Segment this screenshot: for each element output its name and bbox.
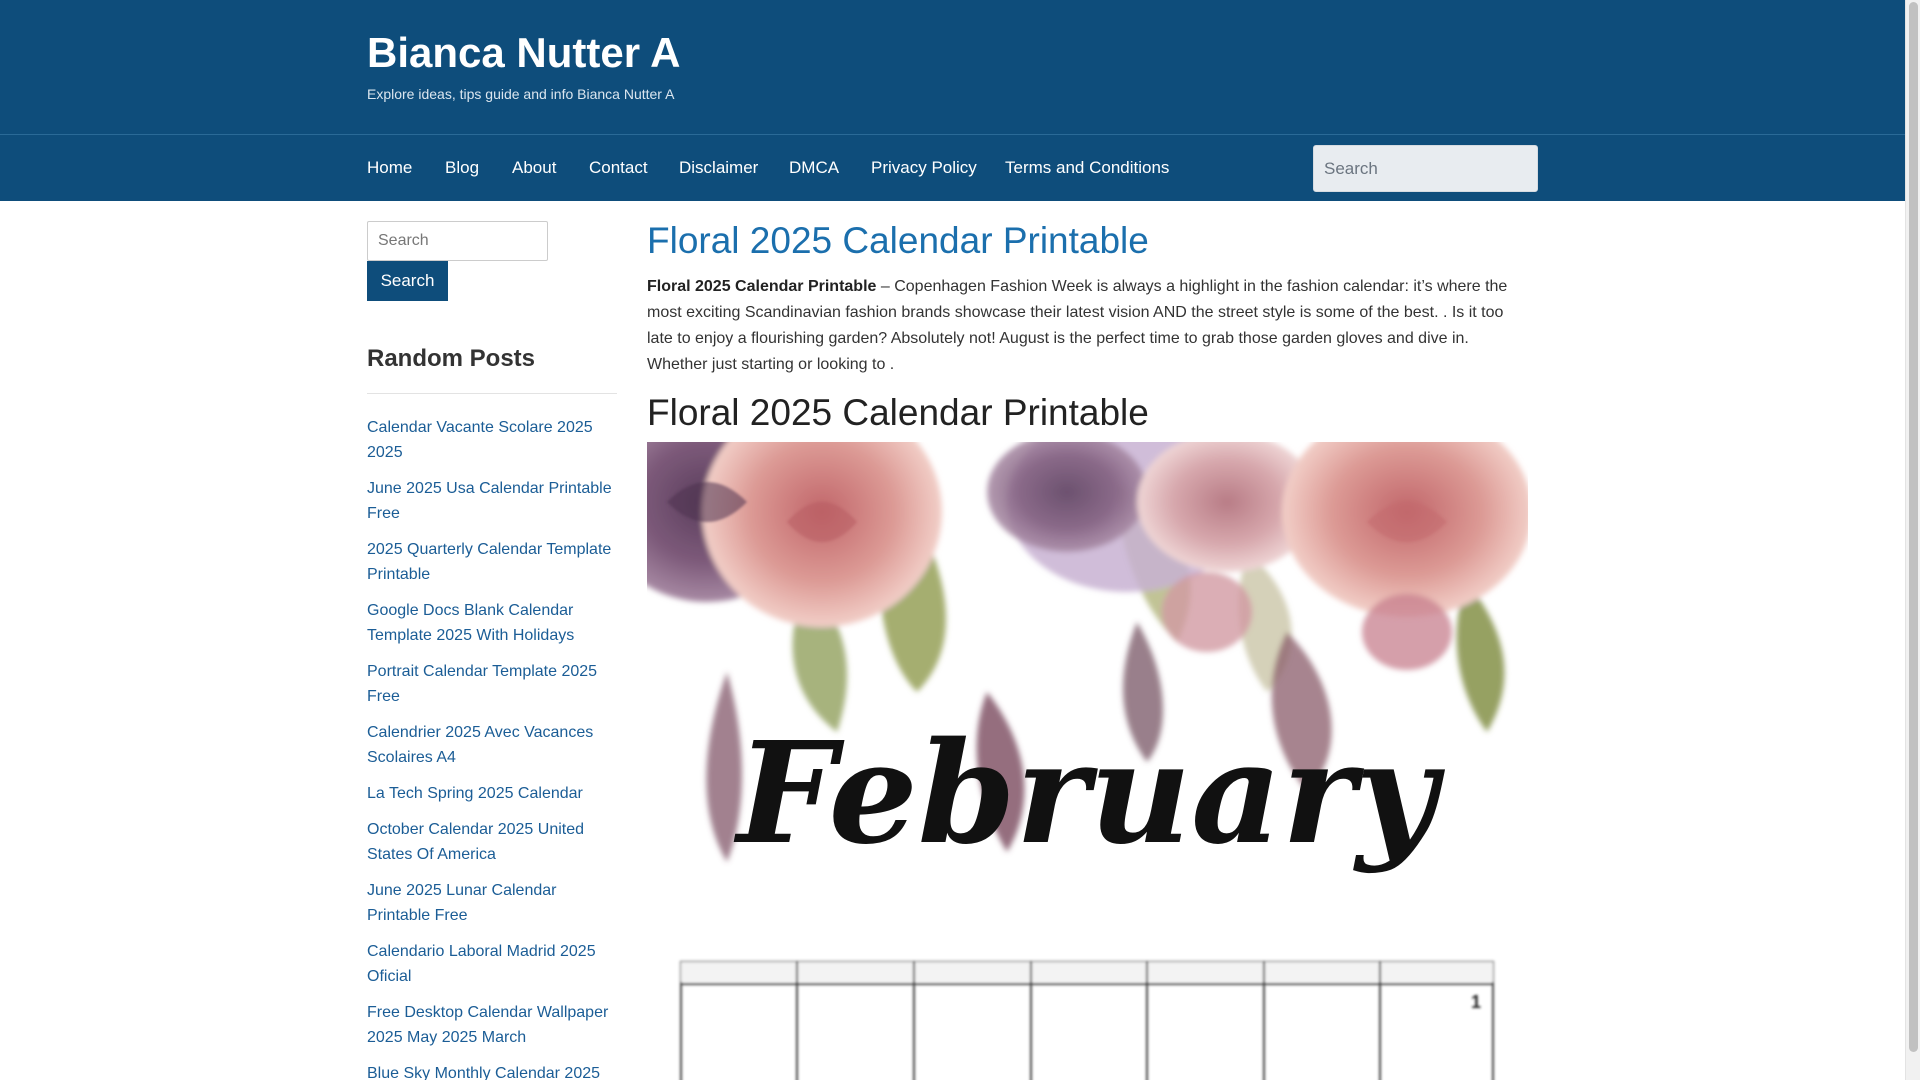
widget-divider bbox=[367, 393, 617, 394]
random-post-link[interactable]: Google Docs Blank Calendar Template 2025… bbox=[367, 598, 617, 648]
scrollbar-thumb[interactable] bbox=[1909, 2, 1918, 1052]
sidebar-search-input[interactable] bbox=[367, 221, 548, 261]
random-post-link[interactable]: 2025 Quarterly Calendar Template Printab… bbox=[367, 537, 617, 587]
article-subheading: Floral 2025 Calendar Printable bbox=[647, 392, 1149, 433]
site-header: Bianca Nutter A Explore ideas, tips guid… bbox=[0, 0, 1905, 134]
random-post-link[interactable]: June 2025 Lunar Calendar Printable Free bbox=[367, 878, 617, 928]
nav-item-home[interactable]: Home bbox=[367, 157, 412, 179]
nav-item-disclaimer[interactable]: Disclaimer bbox=[679, 157, 758, 179]
random-post-link[interactable]: October Calendar 2025 United States Of A… bbox=[367, 817, 617, 867]
article-intro: Floral 2025 Calendar Printable – Copenha… bbox=[647, 274, 1522, 378]
random-post-link[interactable]: Blue Sky Monthly Calendar 2025 bbox=[367, 1061, 617, 1080]
nav-item-contact[interactable]: Contact bbox=[589, 157, 648, 179]
random-posts-heading: Random Posts bbox=[367, 345, 536, 372]
sidebar-search-button[interactable]: Search bbox=[367, 261, 448, 301]
header-search-input[interactable] bbox=[1313, 145, 1538, 192]
site-tagline: Explore ideas, tips guide and info Bianc… bbox=[367, 86, 675, 102]
article-intro-bold: Floral 2025 Calendar Printable bbox=[647, 278, 877, 295]
calendar-day-1: 1 bbox=[1471, 992, 1481, 1012]
random-post-link[interactable]: La Tech Spring 2025 Calendar bbox=[367, 781, 617, 806]
random-post-link[interactable]: Calendrier 2025 Avec Vacances Scolaires … bbox=[367, 720, 617, 770]
site-title[interactable]: Bianca Nutter A bbox=[367, 28, 681, 78]
article-title[interactable]: Floral 2025 Calendar Printable bbox=[647, 218, 1149, 264]
random-post-link[interactable]: June 2025 Usa Calendar Printable Free bbox=[367, 476, 617, 526]
floral-calendar-illustration: February SUNDAY MONDAY TUESDAY WEDNESDAY… bbox=[647, 442, 1528, 1080]
random-post-link[interactable]: Calendar Vacante Scolare 2025 2025 bbox=[367, 415, 617, 465]
random-post-link[interactable]: Free Desktop Calendar Wallpaper 2025 May… bbox=[367, 1000, 617, 1050]
calendar-month-script: February bbox=[733, 712, 1446, 876]
random-post-link[interactable]: Calendario Laboral Madrid 2025 Oficial bbox=[367, 939, 617, 989]
nav-item-dmca[interactable]: DMCA bbox=[789, 157, 839, 179]
nav-item-terms[interactable]: Terms and Conditions bbox=[1005, 157, 1169, 179]
nav-item-privacy-policy[interactable]: Privacy Policy bbox=[871, 157, 977, 179]
calendar-image[interactable]: February SUNDAY MONDAY TUESDAY WEDNESDAY… bbox=[647, 442, 1528, 1080]
random-posts-list: Calendar Vacante Scolare 2025 2025 June … bbox=[367, 415, 617, 1080]
main-navigation: Home Blog About Contact Disclaimer DMCA … bbox=[0, 134, 1905, 201]
random-post-link[interactable]: Portrait Calendar Template 2025 Free bbox=[367, 659, 617, 709]
nav-item-about[interactable]: About bbox=[512, 157, 556, 179]
nav-item-blog[interactable]: Blog bbox=[445, 157, 479, 179]
page-scrollbar[interactable] bbox=[1905, 0, 1920, 1080]
